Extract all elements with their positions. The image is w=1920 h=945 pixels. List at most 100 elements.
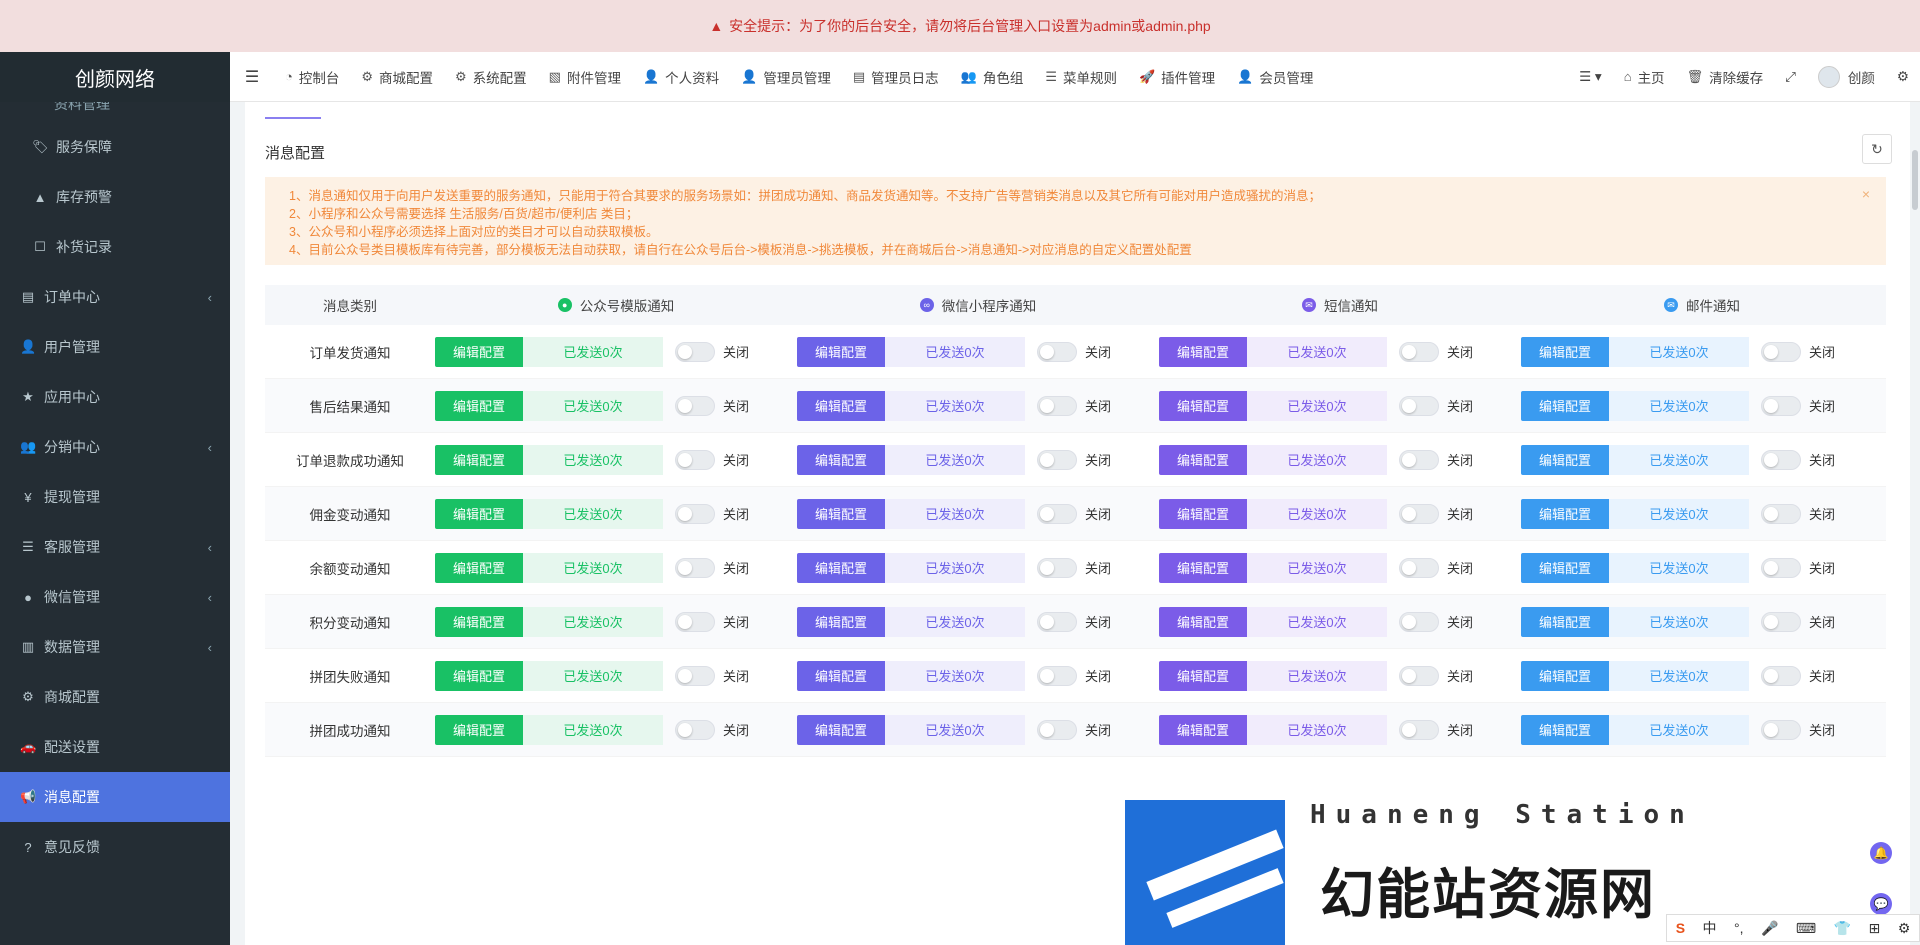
notification-toggle[interactable] — [1399, 341, 1439, 362]
sidebar-item[interactable]: ☐ 补货记录 — [0, 222, 230, 272]
edit-config-button[interactable]: 编辑配置 — [797, 660, 885, 691]
edit-config-button[interactable]: 编辑配置 — [797, 336, 885, 367]
notification-toggle[interactable] — [1399, 611, 1439, 632]
bell-icon[interactable]: 🔔 — [1870, 842, 1892, 864]
edit-config-button[interactable]: 编辑配置 — [435, 336, 523, 367]
edit-config-button[interactable]: 编辑配置 — [1159, 552, 1247, 583]
scrollbar[interactable] — [1912, 150, 1918, 210]
edit-config-button[interactable]: 编辑配置 — [1521, 714, 1609, 745]
notification-toggle[interactable] — [675, 395, 715, 416]
top-nav-item[interactable]: ◔ 控制台 — [274, 67, 350, 87]
notification-toggle[interactable] — [675, 665, 715, 686]
top-nav-item[interactable]: ☰ 菜单规则 — [1034, 67, 1128, 87]
sidebar-item[interactable]: ⚙ 商城配置 — [0, 672, 230, 722]
edit-config-button[interactable]: 编辑配置 — [435, 444, 523, 475]
edit-config-button[interactable]: 编辑配置 — [435, 552, 523, 583]
sidebar-toggle-icon[interactable]: ☰ — [230, 67, 274, 87]
edit-config-button[interactable]: 编辑配置 — [1521, 336, 1609, 367]
top-nav-item[interactable]: ⚙ 商城配置 — [350, 67, 444, 87]
edit-config-button[interactable]: 编辑配置 — [1159, 444, 1247, 475]
ime-tray-icon[interactable]: 🎤 — [1761, 920, 1778, 937]
edit-config-button[interactable]: 编辑配置 — [1159, 498, 1247, 529]
notification-toggle[interactable] — [1761, 449, 1801, 470]
sidebar-item[interactable]: ▥ 数据管理 ‹ — [0, 622, 230, 672]
edit-config-button[interactable]: 编辑配置 — [1521, 390, 1609, 421]
chat-icon[interactable]: 💬 — [1870, 893, 1892, 915]
notification-toggle[interactable] — [1037, 719, 1077, 740]
notification-toggle[interactable] — [1761, 665, 1801, 686]
notification-toggle[interactable] — [675, 557, 715, 578]
ime-tray-icon[interactable]: °, — [1734, 920, 1744, 936]
sidebar-item[interactable]: ¥ 提现管理 — [0, 472, 230, 522]
sidebar-item[interactable]: 👤 用户管理 — [0, 322, 230, 372]
fullscreen-button[interactable]: ⤢ — [1774, 69, 1807, 85]
top-nav-item[interactable]: ▤ 管理员日志 — [842, 67, 950, 87]
ime-tray-icon[interactable]: 中 — [1703, 918, 1717, 938]
sidebar-item[interactable]: ▤ 订单中心 ‹ — [0, 272, 230, 322]
notification-toggle[interactable] — [1761, 557, 1801, 578]
sidebar-item[interactable]: 📢 消息配置 — [0, 772, 230, 822]
notification-toggle[interactable] — [1037, 503, 1077, 524]
sidebar-item[interactable]: ● 微信管理 ‹ — [0, 572, 230, 622]
edit-config-button[interactable]: 编辑配置 — [435, 660, 523, 691]
clear-cache-button[interactable]: 🗑 清除缓存 — [1676, 67, 1775, 87]
edit-config-button[interactable]: 编辑配置 — [1159, 714, 1247, 745]
notification-toggle[interactable] — [675, 503, 715, 524]
notification-toggle[interactable] — [1399, 503, 1439, 524]
sidebar-item[interactable]: 👥 分销中心 ‹ — [0, 422, 230, 472]
home-link[interactable]: ⌂ 主页 — [1613, 67, 1676, 87]
edit-config-button[interactable]: 编辑配置 — [1159, 336, 1247, 367]
user-menu[interactable]: 创颜 — [1807, 65, 1886, 88]
brand-logo[interactable]: 创颜网络 — [0, 52, 230, 102]
notification-toggle[interactable] — [675, 611, 715, 632]
edit-config-button[interactable]: 编辑配置 — [797, 552, 885, 583]
more-menu-dropdown[interactable]: ☰ ▾ — [1568, 69, 1613, 85]
notification-toggle[interactable] — [1399, 719, 1439, 740]
notification-toggle[interactable] — [675, 341, 715, 362]
notification-toggle[interactable] — [1761, 395, 1801, 416]
close-icon[interactable]: × — [1862, 185, 1870, 203]
refresh-button[interactable]: ↻ — [1862, 134, 1892, 164]
notification-toggle[interactable] — [1761, 341, 1801, 362]
sidebar-item[interactable]: 🏷 服务保障 — [0, 122, 230, 172]
edit-config-button[interactable]: 编辑配置 — [435, 714, 523, 745]
sogou-icon[interactable]: S — [1676, 920, 1685, 936]
sidebar-item[interactable]: ▲ 库存预警 — [0, 172, 230, 222]
top-nav-item[interactable]: ▧ 附件管理 — [538, 67, 632, 87]
notification-toggle[interactable] — [1037, 395, 1077, 416]
notification-toggle[interactable] — [1761, 503, 1801, 524]
edit-config-button[interactable]: 编辑配置 — [1521, 444, 1609, 475]
notification-toggle[interactable] — [1399, 449, 1439, 470]
notification-toggle[interactable] — [1399, 665, 1439, 686]
settings-button[interactable]: ⚙ — [1886, 69, 1920, 85]
ime-tray-icon[interactable]: ⚙ — [1898, 920, 1911, 937]
notification-toggle[interactable] — [1761, 611, 1801, 632]
edit-config-button[interactable]: 编辑配置 — [1521, 498, 1609, 529]
sidebar-item[interactable]: 🚗 配送设置 — [0, 722, 230, 772]
edit-config-button[interactable]: 编辑配置 — [435, 390, 523, 421]
edit-config-button[interactable]: 编辑配置 — [1159, 660, 1247, 691]
edit-config-button[interactable]: 编辑配置 — [797, 606, 885, 637]
top-nav-item[interactable]: 👤 会员管理 — [1226, 67, 1324, 87]
sidebar-item[interactable]: ★ 应用中心 — [0, 372, 230, 422]
notification-toggle[interactable] — [1399, 395, 1439, 416]
ime-tray-icon[interactable]: ⊞ — [1868, 920, 1880, 937]
top-nav-item[interactable]: 👥 角色组 — [950, 67, 1035, 87]
notification-toggle[interactable] — [1037, 341, 1077, 362]
notification-toggle[interactable] — [675, 449, 715, 470]
sidebar-item[interactable]: ? 意见反馈 — [0, 822, 230, 872]
edit-config-button[interactable]: 编辑配置 — [797, 444, 885, 475]
notification-toggle[interactable] — [1037, 611, 1077, 632]
edit-config-button[interactable]: 编辑配置 — [797, 390, 885, 421]
edit-config-button[interactable]: 编辑配置 — [1159, 606, 1247, 637]
edit-config-button[interactable]: 编辑配置 — [435, 498, 523, 529]
notification-toggle[interactable] — [1037, 557, 1077, 578]
edit-config-button[interactable]: 编辑配置 — [1159, 390, 1247, 421]
edit-config-button[interactable]: 编辑配置 — [797, 714, 885, 745]
top-nav-item[interactable]: ⚙ 系统配置 — [444, 67, 538, 87]
edit-config-button[interactable]: 编辑配置 — [1521, 606, 1609, 637]
ime-tray-icon[interactable]: ⌨ — [1796, 920, 1816, 937]
notification-toggle[interactable] — [1037, 665, 1077, 686]
notification-toggle[interactable] — [1037, 449, 1077, 470]
ime-tray-icon[interactable]: 👕 — [1834, 920, 1851, 937]
